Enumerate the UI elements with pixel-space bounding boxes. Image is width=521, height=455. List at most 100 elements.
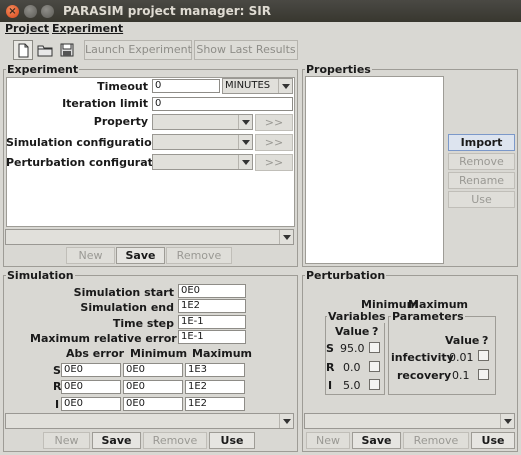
new-file-icon xyxy=(18,43,29,58)
var-s-label: S xyxy=(326,342,334,355)
sim-row-maximum[interactable]: 1E2 xyxy=(185,380,245,394)
property-more-button[interactable]: >> xyxy=(255,114,293,131)
timeout-unit-value: MINUTES xyxy=(225,80,271,91)
param-infectivity-value: 0.01 xyxy=(449,351,474,364)
simulation-config-select[interactable] xyxy=(5,413,294,429)
perturbation-configuration-label: Perturbation configuration xyxy=(6,156,173,169)
simulation-end-input[interactable]: 1E2 xyxy=(178,299,246,313)
sim-row-var: S xyxy=(53,364,61,377)
timeout-unit-select[interactable]: MINUTES xyxy=(222,78,293,94)
param-infectivity-checkbox[interactable] xyxy=(478,350,489,361)
sim-row-maximum[interactable]: 1E3 xyxy=(185,363,245,377)
menu-bar: Project Experiment xyxy=(0,22,521,38)
experiment-new-button[interactable]: New xyxy=(66,247,115,264)
chevron-down-icon xyxy=(279,414,293,428)
experiment-save-button[interactable]: Save xyxy=(116,247,165,264)
sim-row-abs-error[interactable]: 0E0 xyxy=(61,380,121,394)
perturbation-new-button[interactable]: New xyxy=(306,432,350,449)
param-recovery-checkbox[interactable] xyxy=(478,369,489,380)
sim-row-var: I xyxy=(55,398,60,411)
sim-row-minimum[interactable]: 0E0 xyxy=(123,397,183,411)
var-r-value: 0.0 xyxy=(343,361,361,374)
chevron-down-icon xyxy=(238,135,252,149)
perturbation-remove-button[interactable]: Remove xyxy=(403,432,469,449)
perturbation-configuration-select[interactable] xyxy=(152,154,253,170)
save-project-button[interactable] xyxy=(57,40,77,60)
chevron-down-icon xyxy=(238,155,252,169)
abs-error-header: Abs error xyxy=(66,347,125,360)
properties-list[interactable] xyxy=(305,76,444,264)
experiment-remove-button[interactable]: Remove xyxy=(166,247,232,264)
close-icon: × xyxy=(8,6,17,17)
variables-value-header: Value xyxy=(335,325,370,338)
perturbation-use-button[interactable]: Use xyxy=(471,432,515,449)
var-i-value: 5.0 xyxy=(343,379,361,392)
chevron-down-icon xyxy=(500,414,514,428)
properties-panel-title: Properties xyxy=(305,63,372,76)
max-relative-error-label: Maximum relative error xyxy=(30,332,177,345)
rename-property-button[interactable]: Rename xyxy=(448,172,515,189)
menu-project[interactable]: Project xyxy=(5,22,49,35)
save-disk-icon xyxy=(60,43,74,57)
chevron-down-icon xyxy=(278,79,292,93)
open-project-button[interactable] xyxy=(35,40,55,60)
time-step-label: Time step xyxy=(112,317,174,330)
simulation-configuration-select[interactable] xyxy=(152,134,253,150)
toolbar: Launch Experiment Show Last Results xyxy=(0,38,521,62)
sim-row-abs-error[interactable]: 0E0 xyxy=(61,397,121,411)
minimize-window-button[interactable] xyxy=(24,5,37,18)
open-folder-icon xyxy=(37,45,53,57)
close-window-button[interactable]: × xyxy=(6,5,19,18)
simulation-remove-button[interactable]: Remove xyxy=(143,432,207,449)
var-i-checkbox[interactable] xyxy=(369,379,380,390)
maximize-window-button[interactable] xyxy=(41,5,54,18)
sim-row-minimum[interactable]: 0E0 xyxy=(123,363,183,377)
sim-row-maximum[interactable]: 1E2 xyxy=(185,397,245,411)
param-recovery-label: recovery xyxy=(397,369,452,382)
var-r-checkbox[interactable] xyxy=(369,361,380,372)
parameters-group-title: Parameters xyxy=(391,310,465,323)
var-s-checkbox[interactable] xyxy=(369,342,380,353)
simulation-configuration-label: Simulation configuration xyxy=(6,136,160,149)
simulation-start-input[interactable]: 0E0 xyxy=(178,284,246,298)
iteration-limit-label: Iteration limit xyxy=(62,97,148,110)
experiment-select[interactable] xyxy=(5,229,294,245)
max-relative-error-input[interactable]: 1E-1 xyxy=(178,330,246,344)
launch-experiment-button[interactable]: Launch Experiment xyxy=(84,40,192,60)
sim-row-minimum[interactable]: 0E0 xyxy=(123,380,183,394)
experiment-panel-title: Experiment xyxy=(6,63,80,76)
simulation-use-button[interactable]: Use xyxy=(209,432,255,449)
perturbation-config-select[interactable] xyxy=(304,413,515,429)
simulation-configuration-more-button[interactable]: >> xyxy=(255,134,293,151)
maximum-header: Maximum xyxy=(192,347,252,360)
perturbation-configuration-more-button[interactable]: >> xyxy=(255,154,293,171)
minimum-header: Minimum xyxy=(130,347,188,360)
use-property-button[interactable]: Use xyxy=(448,191,515,208)
new-file-button[interactable] xyxy=(13,40,33,60)
property-select[interactable] xyxy=(152,114,253,130)
iteration-limit-input[interactable]: 0 xyxy=(152,97,293,111)
variables-group-title: Variables xyxy=(327,310,387,323)
perturbation-save-button[interactable]: Save xyxy=(352,432,401,449)
timeout-input[interactable]: 0 xyxy=(152,79,220,93)
sim-row-abs-error[interactable]: 0E0 xyxy=(61,363,121,377)
property-label: Property xyxy=(93,115,148,128)
simulation-save-button[interactable]: Save xyxy=(92,432,141,449)
simulation-start-label: Simulation start xyxy=(73,286,174,299)
parameters-help-header: ? xyxy=(482,334,489,347)
param-infectivity-label: infectivity xyxy=(391,351,454,364)
time-step-input[interactable]: 1E-1 xyxy=(178,315,246,329)
parameters-value-header: Value xyxy=(445,334,480,347)
import-property-button[interactable]: Import xyxy=(448,134,515,151)
var-s-value: 95.0 xyxy=(340,342,365,355)
var-r-label: R xyxy=(326,361,335,374)
menu-experiment[interactable]: Experiment xyxy=(52,22,123,35)
var-i-label: I xyxy=(328,379,333,392)
perturbation-panel-title: Perturbation xyxy=(305,269,387,282)
remove-property-button[interactable]: Remove xyxy=(448,153,515,170)
simulation-panel-title: Simulation xyxy=(6,269,75,282)
simulation-new-button[interactable]: New xyxy=(43,432,90,449)
window-title: PARASIM project manager: SIR xyxy=(63,4,271,18)
show-last-results-button[interactable]: Show Last Results xyxy=(194,40,298,60)
simulation-end-label: Simulation end xyxy=(80,301,174,314)
